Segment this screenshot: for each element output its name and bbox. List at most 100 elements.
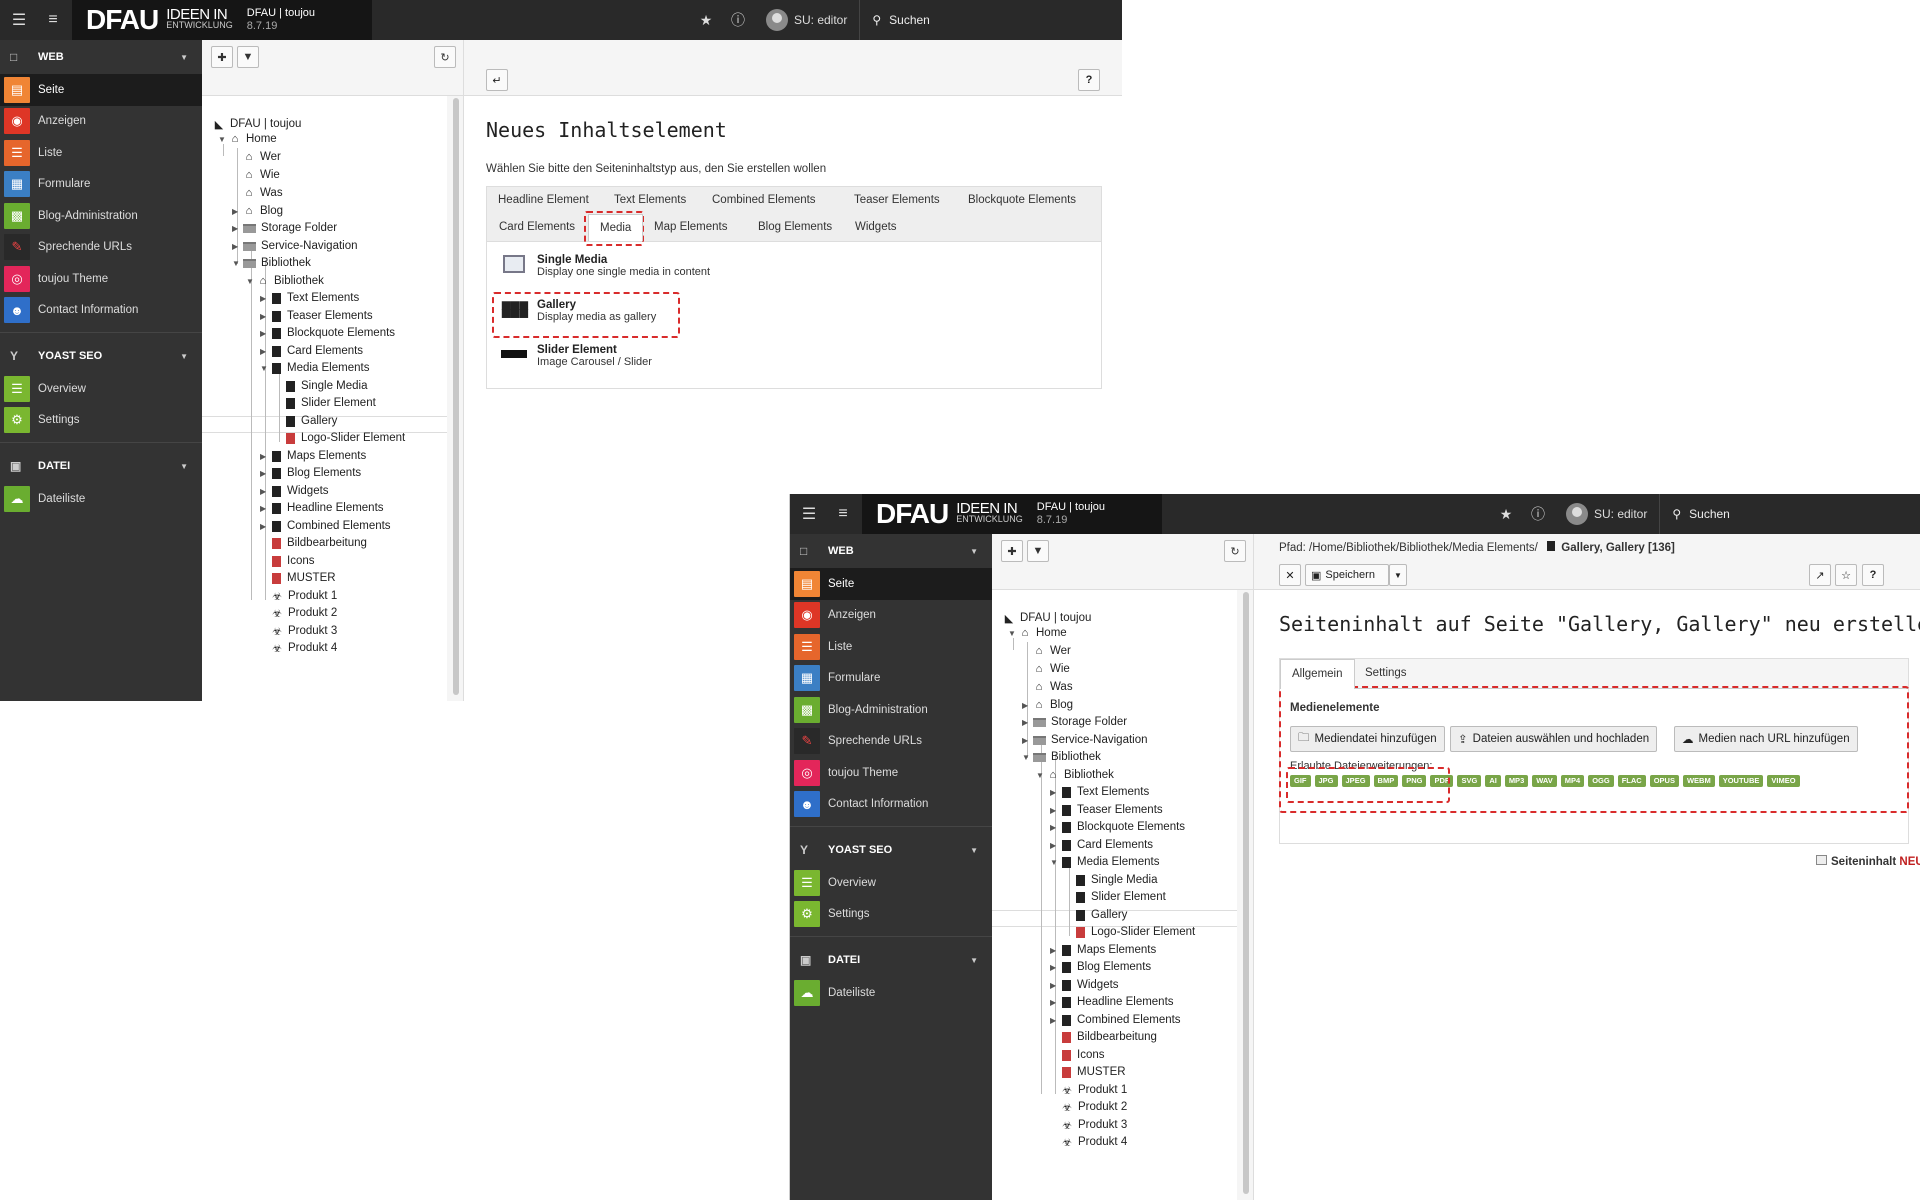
tree-node[interactable]: ▶ Widgets xyxy=(1050,977,1119,993)
tree-node[interactable]: ▶ Headline Elements xyxy=(260,500,384,516)
module-settings[interactable]: ⚙ Settings xyxy=(790,899,992,931)
tree-node[interactable]: ▶ Teaser Elements xyxy=(260,308,373,324)
module-group-web[interactable]: □ WEB ▼ xyxy=(790,534,992,568)
search-toggle[interactable]: ⚲ Suchen xyxy=(1659,494,1909,534)
tree-toggle-icon[interactable]: ≡ xyxy=(34,0,72,40)
tree-node[interactable]: Single Media xyxy=(284,378,367,394)
tab-widgets[interactable]: Widgets xyxy=(844,214,908,241)
tab-allgemein[interactable]: Allgemein xyxy=(1280,659,1355,689)
module-contact[interactable]: ☻ Contact Information xyxy=(790,789,992,821)
tree-node[interactable]: ▶ Text Elements xyxy=(260,290,359,306)
module-seite[interactable]: ▤ Seite xyxy=(0,74,202,106)
tree-node[interactable]: ☣ Produkt 2 xyxy=(1060,1099,1127,1115)
tree-node[interactable]: ▶ Blockquote Elements xyxy=(260,325,395,341)
tree-node[interactable]: ▶ Card Elements xyxy=(260,343,363,359)
tree-node[interactable]: MUSTER xyxy=(270,570,336,586)
tree-node[interactable]: ⌂ Wie xyxy=(242,167,280,183)
tree-node[interactable]: ▼ ⌂ Bibliothek xyxy=(246,273,324,289)
tree-node[interactable]: Icons xyxy=(270,553,315,569)
open-new-window-icon[interactable]: ↗ xyxy=(1809,564,1831,586)
tab-blog[interactable]: Blog Elements xyxy=(747,214,843,241)
module-blog[interactable]: ▩ Blog-Administration xyxy=(0,200,202,232)
tree-node[interactable]: ▶ Card Elements xyxy=(1050,837,1153,853)
tree-node[interactable]: MUSTER xyxy=(1060,1064,1126,1080)
tree-node[interactable]: ☣ Produkt 4 xyxy=(1060,1134,1127,1150)
module-group-datei[interactable]: ▣ DATEI ▼ xyxy=(0,449,202,483)
module-settings[interactable]: ⚙ Settings xyxy=(0,405,202,437)
tab-settings[interactable]: Settings xyxy=(1354,659,1418,689)
bookmark-icon[interactable]: ☆ xyxy=(1835,564,1857,586)
help-button[interactable]: ? xyxy=(1078,69,1100,91)
user-menu[interactable]: SU: editor xyxy=(1554,503,1659,525)
user-menu[interactable]: SU: editor xyxy=(754,9,859,31)
help-icon[interactable]: ⓘ xyxy=(1522,504,1554,524)
tree-node[interactable]: ▶ Service-Navigation xyxy=(1022,732,1148,748)
tree-node[interactable]: ▶ Maps Elements xyxy=(260,448,366,464)
logo[interactable]: DFAU IDEEN IN ENTWICKLUNG DFAU | toujou 8.… xyxy=(72,0,372,40)
module-blog[interactable]: ▩ Blog-Administration xyxy=(790,694,992,726)
module-seite[interactable]: ▤ Seite xyxy=(790,568,992,600)
tree-node[interactable]: ▶ ⌂ Blog xyxy=(232,203,283,219)
tree-root[interactable]: ◣ DFAU | toujou xyxy=(212,116,302,132)
tree-node[interactable]: ▶ Headline Elements xyxy=(1050,994,1174,1010)
hamburger-icon[interactable]: ☰ xyxy=(0,0,38,40)
help-icon[interactable]: ⓘ xyxy=(722,10,754,30)
filter-icon[interactable]: ▼ xyxy=(237,46,259,68)
tree-node[interactable]: ☣ Produkt 1 xyxy=(270,588,337,604)
tree-node[interactable]: ⌂ Was xyxy=(242,185,283,201)
tree-toggle-icon[interactable]: ≡ xyxy=(824,494,862,534)
tree-node[interactable]: ▶ Widgets xyxy=(260,483,329,499)
search-toggle[interactable]: ⚲ Suchen xyxy=(859,0,1109,40)
tree-node[interactable]: ⌂ Was xyxy=(1032,679,1073,695)
module-liste[interactable]: ☰ Liste xyxy=(0,137,202,169)
tab-card[interactable]: Card Elements xyxy=(488,214,586,241)
module-dateiliste[interactable]: ☁ Dateiliste xyxy=(790,977,992,1009)
tree-node[interactable]: Bildbearbeitung xyxy=(1060,1029,1157,1045)
tree-node[interactable]: ▶ Storage Folder xyxy=(1022,714,1127,730)
refresh-icon[interactable]: ↻ xyxy=(1224,540,1246,562)
tree-node[interactable]: ▶ ⌂ Blog xyxy=(1022,697,1073,713)
tab-map[interactable]: Map Elements xyxy=(643,214,739,241)
module-group-datei[interactable]: ▣ DATEI ▼ xyxy=(790,943,992,977)
tree-node[interactable]: ▶ Combined Elements xyxy=(260,518,391,534)
module-group-web[interactable]: □ WEB ▼ xyxy=(0,40,202,74)
module-group-yoast[interactable]: y YOAST SEO ▼ xyxy=(0,339,202,373)
tree-node[interactable]: ⌂ Wie xyxy=(1032,661,1070,677)
tree-node[interactable]: ▶ Service-Navigation xyxy=(232,238,358,254)
tree-scrollbar[interactable] xyxy=(1243,592,1249,1194)
module-group-yoast[interactable]: y YOAST SEO ▼ xyxy=(790,833,992,867)
back-icon[interactable]: ↵ xyxy=(486,69,508,91)
tree-node[interactable]: ▼ Bibliothek xyxy=(232,255,311,271)
save-dropdown-toggle[interactable]: ▼ xyxy=(1389,564,1407,586)
tree-node[interactable]: ⌂ Wer xyxy=(1032,643,1071,659)
tree-node[interactable]: Slider Element xyxy=(284,395,376,411)
tree-node[interactable]: ▼ Media Elements xyxy=(260,360,369,376)
tree-node[interactable]: ☣ Produkt 1 xyxy=(1060,1082,1127,1098)
tab-blockquote[interactable]: Blockquote Elements xyxy=(957,187,1087,214)
tree-node[interactable]: ☣ Produkt 2 xyxy=(270,605,337,621)
module-theme[interactable]: ◎ toujou Theme xyxy=(0,263,202,295)
tree-node[interactable]: ▶ Text Elements xyxy=(1050,784,1149,800)
logo[interactable]: DFAU IDEEN IN ENTWICKLUNG DFAU | toujou 8.… xyxy=(862,494,1162,534)
tree-node[interactable]: ▶ Maps Elements xyxy=(1050,942,1156,958)
tab-teaser[interactable]: Teaser Elements xyxy=(843,187,951,214)
hamburger-icon[interactable]: ☰ xyxy=(790,494,828,534)
tree-node[interactable]: ☣ Produkt 4 xyxy=(270,640,337,656)
tree-node[interactable]: ▼ ⌂ Bibliothek xyxy=(1036,767,1114,783)
tree-node[interactable]: Logo-Slider Element xyxy=(284,430,405,446)
tree-node[interactable]: Icons xyxy=(1060,1047,1105,1063)
module-overview[interactable]: ☰ Overview xyxy=(790,867,992,899)
save-button[interactable]: ▣ Speichern xyxy=(1305,564,1389,586)
tab-combined[interactable]: Combined Elements xyxy=(701,187,827,214)
module-anzeigen[interactable]: ◉ Anzeigen xyxy=(0,106,202,138)
tree-node[interactable]: Bildbearbeitung xyxy=(270,535,367,551)
new-page-icon[interactable]: ✚ xyxy=(1001,540,1023,562)
new-page-icon[interactable]: ✚ xyxy=(211,46,233,68)
tree-node[interactable]: ▼ ⌂ Home xyxy=(1008,625,1067,641)
star-icon[interactable]: ★ xyxy=(690,12,722,29)
module-urls[interactable]: ✎ Sprechende URLs xyxy=(0,232,202,264)
wizard-item-single-media[interactable]: Single Media Display one single media in … xyxy=(501,254,710,278)
tree-node[interactable]: ⌂ Wer xyxy=(242,149,281,165)
tree-node[interactable]: Slider Element xyxy=(1074,889,1166,905)
tree-node[interactable]: ▼ ⌂ Home xyxy=(218,131,277,147)
